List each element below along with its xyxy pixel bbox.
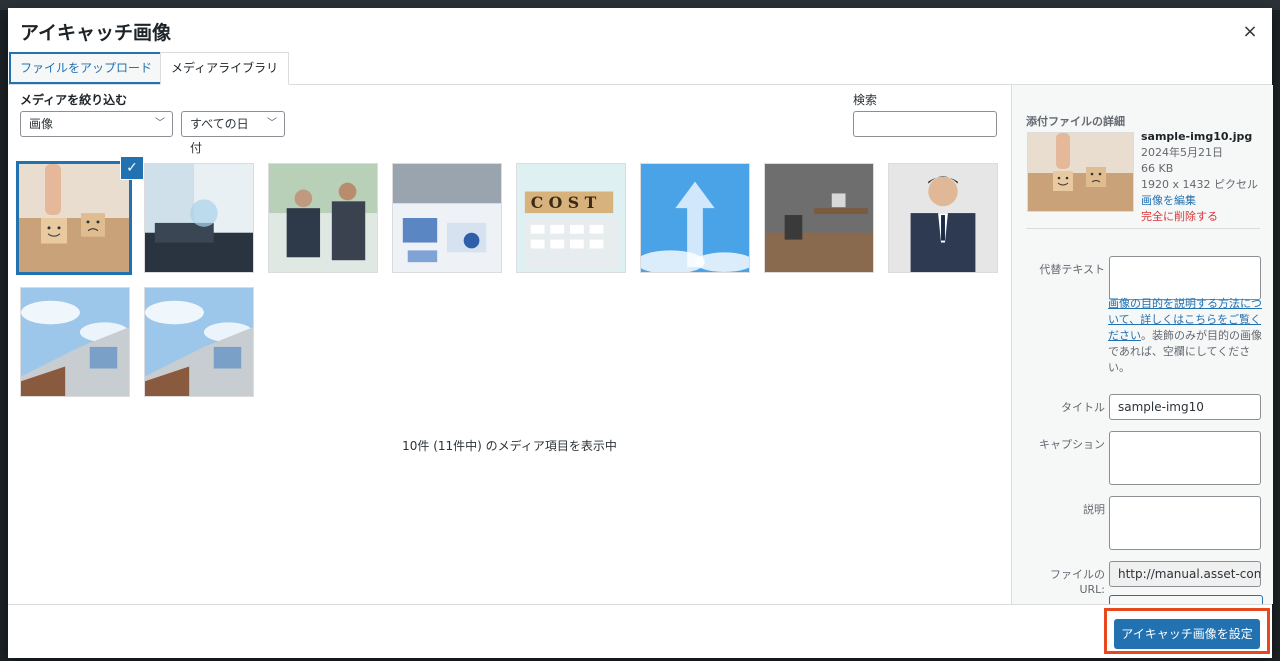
media-item-building-2[interactable] [144, 287, 254, 397]
laptop-image [145, 164, 253, 272]
search-input[interactable] [853, 111, 997, 137]
alt-text-help: 画像の目的を説明する方法について、詳しくはこちらをご覧ください。装飾のみが目的の… [1108, 296, 1268, 376]
caption-field[interactable] [1109, 431, 1261, 485]
meeting-image [269, 164, 377, 272]
media-browser: メディアを絞り込む 画像 ﹀ すべての日付 ﹀ 検索 ✓ C O S T 10件… [8, 85, 1011, 604]
title-field[interactable]: sample-img10 [1109, 394, 1261, 420]
media-count-text: 10件 (11件中) のメディア項目を表示中 [402, 439, 617, 453]
edit-image-link[interactable]: 画像を編集 [1141, 193, 1258, 209]
search-label: 検索 [853, 93, 878, 107]
copy-url-button[interactable] [1109, 595, 1263, 604]
attachment-details-heading: 添付ファイルの詳細 [1026, 115, 1125, 128]
divider [1026, 228, 1260, 229]
modal-title: アイキャッチ画像 [20, 22, 172, 44]
set-featured-image-button[interactable]: アイキャッチ画像を設定 [1114, 619, 1260, 649]
caption-label: キャプション [1039, 438, 1105, 451]
building-image [21, 288, 129, 396]
alt-text-field[interactable] [1109, 256, 1261, 300]
charts-image [393, 164, 501, 272]
date-select[interactable]: すべての日付 ﹀ [181, 111, 285, 155]
media-tabs: ファイルをアップロード メディアライブラリ [8, 52, 1272, 85]
description-label: 説明 [1083, 503, 1105, 516]
chevron-down-icon: ﹀ [155, 118, 165, 129]
date-value: すべての日付 [190, 117, 249, 155]
attachment-size: 66 KB [1141, 162, 1174, 175]
cloud-arrow-image [641, 164, 749, 272]
media-item-building-1[interactable] [20, 287, 130, 397]
attachment-details-sidebar: 添付ファイルの詳細 sample-img10.jpg 2024年5月21日 66… [1011, 85, 1273, 604]
filter-label: メディアを絞り込む [20, 93, 128, 107]
media-item-laptop[interactable] [144, 163, 254, 273]
selected-check-icon[interactable]: ✓ [121, 157, 143, 179]
media-item-cost[interactable]: C O S T [516, 163, 626, 273]
wooden-blocks-image [19, 164, 129, 272]
file-url-field[interactable]: http://manual.asset-conve [1109, 561, 1261, 587]
chevron-down-icon: ﹀ [267, 118, 277, 129]
wooden-blocks-image [1028, 133, 1133, 211]
title-label: タイトル [1061, 401, 1105, 414]
tab-media-library[interactable]: メディアライブラリ [160, 52, 290, 85]
media-item-img10[interactable] [16, 161, 132, 275]
modal-toolbar: アイキャッチ画像を設定 [8, 604, 1272, 658]
svg-text:C O S T: C O S T [531, 193, 597, 212]
media-item-meeting[interactable] [268, 163, 378, 273]
media-type-value: 画像 [29, 117, 54, 131]
businessman-image [889, 164, 997, 272]
media-item-businessman[interactable] [888, 163, 998, 273]
alt-text-label: 代替テキスト [1039, 263, 1105, 276]
media-item-charts[interactable] [392, 163, 502, 273]
file-url-label: ファイルのURL: [1050, 568, 1105, 596]
description-field[interactable] [1109, 496, 1261, 550]
attachment-info: sample-img10.jpg 2024年5月21日 66 KB 1920 x… [1141, 129, 1258, 225]
delete-permanently-link[interactable]: 完全に削除する [1141, 209, 1258, 225]
cost-blocks-image: C O S T [517, 164, 625, 272]
media-item-office[interactable] [764, 163, 874, 273]
media-type-select[interactable]: 画像 ﹀ [20, 111, 173, 137]
attachment-date: 2024年5月21日 [1141, 146, 1223, 159]
attachment-dimensions: 1920 x 1432 ピクセル [1141, 178, 1258, 191]
building-image [145, 288, 253, 396]
attachment-filename: sample-img10.jpg [1141, 130, 1253, 143]
featured-image-modal: アイキャッチ画像 × ファイルをアップロード メディアライブラリ メディアを絞り… [8, 8, 1273, 658]
close-icon[interactable]: × [1240, 22, 1260, 42]
tab-upload-files[interactable]: ファイルをアップロード [9, 52, 164, 84]
attachment-thumbnail [1027, 132, 1134, 212]
office-image [765, 164, 873, 272]
media-item-arrow[interactable] [640, 163, 750, 273]
